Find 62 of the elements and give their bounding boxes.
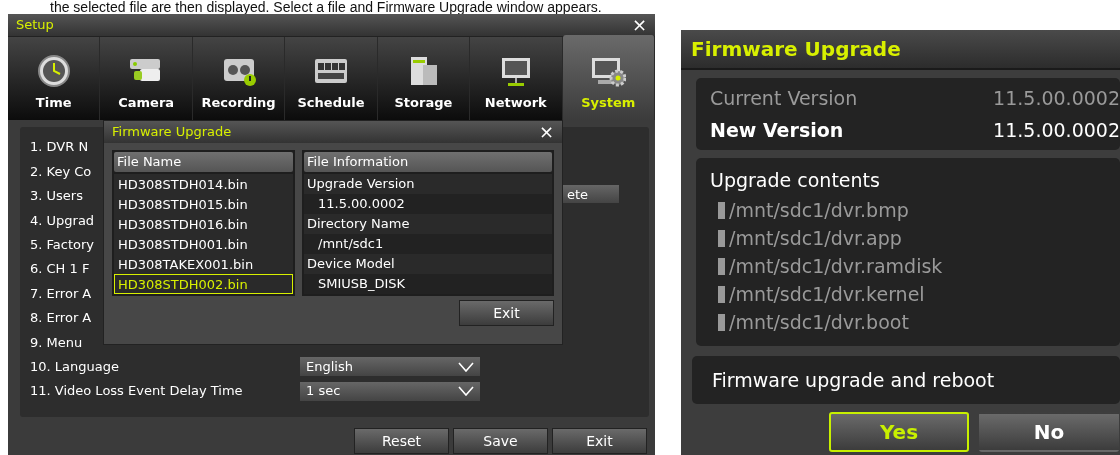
tab[interactable]: Time (8, 37, 101, 120)
button[interactable]: ete (563, 185, 619, 203)
version-label: Current Version (710, 85, 858, 111)
dropdown[interactable]: 1 sec (300, 381, 480, 401)
exit-button[interactable]: Exit (459, 300, 554, 326)
button[interactable]: Save (453, 428, 548, 454)
bullet-icon (718, 285, 725, 303)
file-path: /mnt/sdc1/dvr.app (729, 225, 902, 251)
file-path: /mnt/sdc1/dvr.bmp (729, 197, 909, 223)
bullet-icon (718, 229, 725, 247)
bullet-icon (718, 201, 725, 219)
caption-text: the selected file are then displayed. Select a file and Firmware Upgrade window appears. (49, 0, 603, 14)
window-title: Firmware Upgrade (681, 30, 1120, 70)
version-value: 11.5.00.0002 (993, 117, 1120, 143)
file-item[interactable]: HD308STDH015.bin (114, 194, 293, 214)
setting-label: 6. CH 1 F (30, 261, 90, 277)
file-path: /mnt/sdc1/dvr.boot (729, 309, 909, 335)
clock-icon (35, 52, 72, 89)
tab[interactable]: Schedule (285, 37, 378, 120)
contents-title: Upgrade contents (709, 168, 881, 193)
setting-label: 9. Menu (30, 334, 83, 350)
prompt-text: Firmware upgrade and reboot (692, 356, 1120, 404)
tab[interactable]: System (562, 35, 655, 120)
bullet-icon (718, 257, 725, 275)
setting-label: 1. DVR N (30, 139, 89, 155)
column-header: File Name (114, 152, 293, 172)
setting-label: 2. Key Co (30, 163, 92, 179)
chevron-icon (458, 361, 474, 372)
info-label: Upgrade Version (304, 174, 552, 194)
button[interactable]: Yes (829, 412, 969, 452)
file-path: /mnt/sdc1/dvr.kernel (729, 281, 925, 307)
setting-label: 10. Language (30, 358, 119, 374)
setting-label: 4. Upgrad (30, 212, 95, 228)
button[interactable]: No (979, 412, 1119, 452)
setting-label: 5. Factory (30, 237, 95, 252)
info-label: Directory Name (304, 214, 552, 234)
file-item[interactable]: HD308TAKEX001.bin (114, 254, 293, 274)
button[interactable]: Exit (552, 428, 647, 454)
file-path: /mnt/sdc1/dvr.ramdisk (729, 253, 943, 279)
version-label: New Version (710, 117, 844, 143)
file-item[interactable]: HD308STDH016.bin (114, 214, 293, 234)
setting-label: 11. Video Loss Event Delay Time (30, 383, 243, 399)
close-button[interactable]: × (631, 16, 647, 34)
info-label: Device Model (304, 254, 552, 274)
info-value: /mnt/sdc1 (304, 234, 552, 254)
close-button[interactable]: × (538, 123, 554, 141)
bullet-icon (718, 313, 725, 331)
setting-label: 7. Error A (30, 285, 92, 301)
info-value: SMIUSB_DISK (304, 274, 552, 294)
setting-label: 8. Error A (30, 310, 92, 326)
file-item[interactable]: HD308STDH014.bin (114, 174, 293, 194)
chevron-icon (458, 386, 474, 397)
button[interactable]: Reset (354, 428, 449, 454)
version-value: 11.5.00.0002 (993, 85, 1120, 111)
column-header: File Information (304, 152, 552, 172)
dropdown[interactable]: English (300, 357, 480, 377)
file-item[interactable]: HD308STDH002.bin (114, 274, 293, 294)
info-value: 11.5.00.0002 (304, 194, 552, 214)
setting-label: 3. Users (30, 188, 83, 204)
dialog-title: Firmware Upgrade (112, 123, 232, 142)
window-title: Setup (16, 16, 54, 35)
file-item[interactable]: HD308STDH001.bin (114, 234, 293, 254)
